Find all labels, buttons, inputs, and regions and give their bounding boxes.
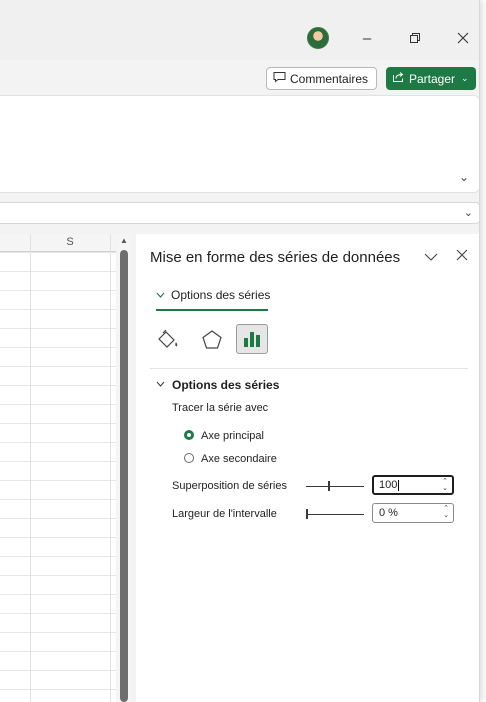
share-button[interactable]: Partager ⌄: [386, 67, 476, 90]
grid-line: [0, 689, 116, 690]
scroll-up-icon[interactable]: ▲: [120, 236, 128, 245]
grid-line: [0, 613, 116, 614]
radio-secondary-axis-label[interactable]: Axe secondaire: [201, 453, 277, 465]
column-header-s[interactable]: S: [30, 236, 110, 248]
share-label: Partager: [409, 71, 456, 86]
gap-width-label: Largeur de l'intervalle: [172, 508, 277, 520]
grid-line: [0, 423, 116, 424]
grid-line: [0, 309, 116, 310]
radio-primary-axis[interactable]: [184, 430, 194, 440]
ribbon: ⌄: [0, 95, 479, 193]
grid-line: [0, 670, 116, 671]
restore-icon[interactable]: [403, 26, 427, 50]
spinner-arrows-icon[interactable]: ⌃ ⌄: [443, 505, 449, 519]
grid-line: [0, 575, 116, 576]
gap-width-slider[interactable]: [306, 514, 364, 515]
pane-title: Mise en forme des séries de données: [150, 249, 401, 266]
series-overlap-label: Superposition de séries: [172, 480, 287, 492]
effects-pentagon-icon[interactable]: [200, 328, 224, 352]
pane-options-chevron-icon[interactable]: [424, 249, 438, 265]
section-chevron-icon[interactable]: [156, 379, 165, 390]
vertical-scrollbar[interactable]: ▲: [117, 234, 131, 702]
grid-line: [0, 385, 116, 386]
grid-line: [0, 442, 116, 443]
series-overlap-slider-knob[interactable]: [328, 481, 330, 491]
series-overlap-slider[interactable]: [306, 486, 364, 487]
radio-primary-axis-label[interactable]: Axe principal: [201, 430, 264, 442]
grid-line: [0, 594, 116, 595]
radio-secondary-axis[interactable]: [184, 453, 194, 463]
comments-button[interactable]: Commentaires: [266, 67, 377, 90]
pane-close-icon[interactable]: [456, 248, 468, 265]
chevron-down-icon: ⌄: [461, 73, 469, 83]
share-icon: [392, 71, 405, 86]
grid-line: [0, 651, 116, 652]
comments-label: Commentaires: [290, 71, 369, 86]
series-overlap-value: 100: [379, 479, 398, 491]
grid-line: [0, 366, 116, 367]
grid-line: [0, 480, 116, 481]
divider: [150, 368, 468, 369]
formula-bar[interactable]: ⌄: [0, 202, 479, 224]
gap-width-value: 0 %: [379, 507, 398, 519]
tab-underline: [156, 309, 268, 311]
grid-line: [0, 518, 116, 519]
section-title[interactable]: Options des séries: [172, 378, 279, 392]
format-pane: Mise en forme des séries de données Opti…: [136, 234, 479, 702]
series-overlap-spinner[interactable]: 100 ⌃ ⌄: [372, 475, 454, 495]
grid-line: [0, 290, 116, 291]
grid-line: [0, 499, 116, 500]
series-options-bar-chart-icon[interactable]: [236, 324, 268, 354]
spreadsheet-grid[interactable]: S: [0, 234, 116, 702]
tab-series-options-label: Options des séries: [171, 288, 271, 302]
scroll-thumb[interactable]: [120, 250, 128, 702]
grid-line: [0, 404, 116, 405]
title-bar: – Commentaires Partager ⌄: [0, 0, 479, 90]
grid-line: [0, 252, 116, 253]
grid-line: [0, 347, 116, 348]
spinner-arrows-icon[interactable]: ⌃ ⌄: [442, 478, 448, 492]
chevron-down-icon: [156, 290, 165, 301]
avatar[interactable]: [307, 27, 329, 49]
grid-line: [0, 632, 116, 633]
grid-line: [0, 461, 116, 462]
fill-line-icon[interactable]: [156, 328, 180, 352]
excel-window: – Commentaires Partager ⌄ ⌄ ⌄ S ▲ Mise e…: [0, 0, 480, 702]
grid-line: [0, 537, 116, 538]
grid-line: [0, 556, 116, 557]
comment-icon: [273, 71, 286, 86]
column-header-row: S: [0, 234, 116, 252]
plot-series-on-label: Tracer la série avec: [172, 402, 269, 414]
ribbon-expand-icon[interactable]: ⌄: [459, 170, 469, 184]
close-icon[interactable]: [451, 26, 475, 50]
grid-line: [0, 271, 116, 272]
gap-width-spinner[interactable]: 0 % ⌃ ⌄: [372, 503, 454, 523]
gap-width-slider-knob[interactable]: [306, 509, 308, 519]
formula-expand-icon[interactable]: ⌄: [464, 206, 473, 219]
grid-line: [0, 328, 116, 329]
tab-series-options[interactable]: Options des séries: [156, 288, 270, 302]
minimize-icon[interactable]: –: [355, 26, 379, 50]
